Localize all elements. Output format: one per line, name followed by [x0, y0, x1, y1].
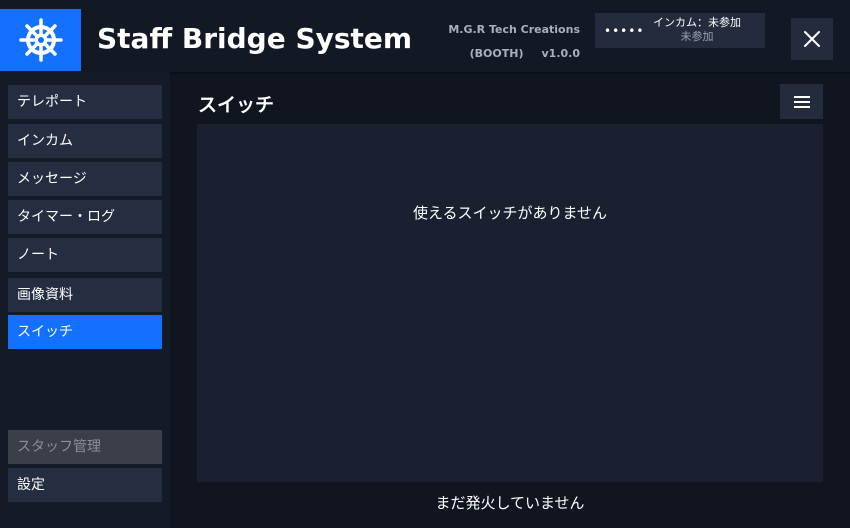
sidebar: テレポート インカム メッセージ タイマー・ログ ノート 画像資料 スイッチ ス…	[0, 72, 170, 528]
sidebar-item-settings[interactable]: 設定	[8, 468, 162, 502]
sidebar-item-message[interactable]: メッセージ	[8, 162, 162, 196]
sidebar-item-image-docs[interactable]: 画像資料	[8, 278, 162, 312]
page-title: スイッチ	[198, 94, 275, 116]
close-button[interactable]	[791, 18, 833, 60]
status-footer-message: まだ発火していません	[435, 494, 585, 512]
close-icon	[804, 31, 820, 47]
empty-state-message: 使えるスイッチがありません	[412, 204, 608, 222]
credit-block: M.G.R Tech Creations (BOOTH) v1.0.0	[430, 18, 580, 66]
intercom-status-box: ••••• インカム：未参加 未参加	[595, 13, 765, 48]
credit-author: M.G.R Tech Creations	[448, 23, 580, 36]
ship-wheel-icon	[0, 9, 81, 71]
intercom-status-label: インカム：未参加	[653, 16, 741, 29]
menu-button[interactable]	[780, 84, 823, 119]
credit-store: (BOOTH)	[469, 47, 524, 60]
version-label: v1.0.0	[541, 47, 581, 60]
sidebar-item-switch[interactable]: スイッチ	[8, 315, 162, 349]
sidebar-item-note[interactable]: ノート	[8, 238, 162, 272]
sidebar-item-teleport[interactable]: テレポート	[8, 85, 162, 119]
sidebar-item-staff-management: スタッフ管理	[8, 430, 162, 464]
intercom-substatus-label: 未参加	[680, 30, 714, 43]
app-window: Staff Bridge System M.G.R Tech Creations…	[0, 0, 850, 528]
header-bar: Staff Bridge System M.G.R Tech Creations…	[0, 0, 850, 74]
switch-list-panel: 使えるスイッチがありません	[197, 124, 823, 482]
hamburger-menu-icon	[793, 95, 810, 108]
sidebar-item-intercom[interactable]: インカム	[8, 124, 162, 158]
app-title: Staff Bridge System	[97, 22, 413, 55]
sidebar-item-timer-log[interactable]: タイマー・ログ	[8, 200, 162, 234]
